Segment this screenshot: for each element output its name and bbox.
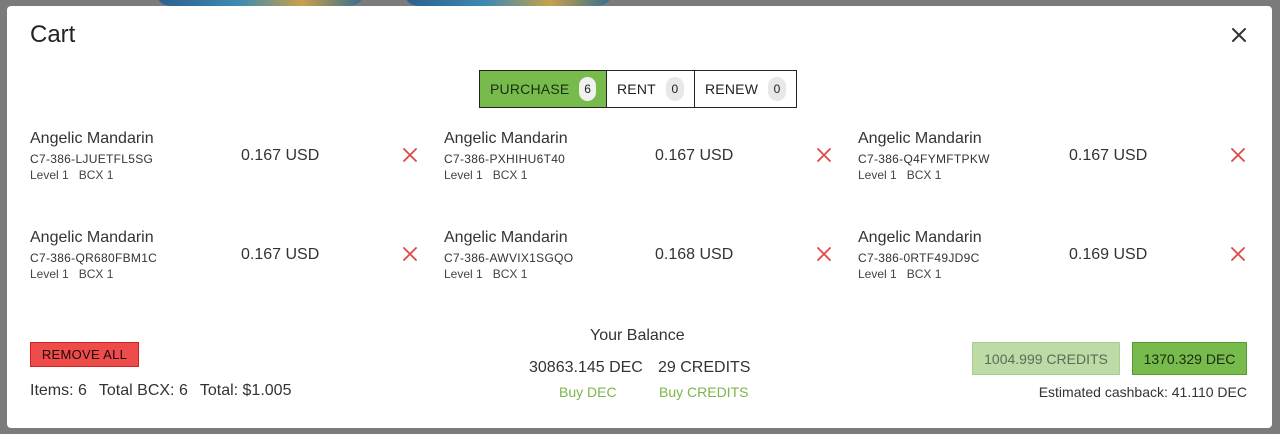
x-icon [403, 247, 417, 261]
tab-count-badge: 0 [665, 77, 684, 101]
remove-item-button[interactable] [816, 147, 832, 163]
total-price: Total: $1.005 [199, 382, 292, 399]
dec-balance: 30863.145 DEC [529, 359, 643, 376]
close-button[interactable] [1228, 24, 1250, 46]
item-level: Level 1 [858, 267, 897, 281]
item-code: C7-386-QR680FBM1C [30, 251, 158, 265]
buy-dec-link[interactable]: Buy DEC [559, 384, 617, 400]
credits-balance: 29 CREDITS [658, 359, 751, 376]
item-meta: Level 1 BCX 1 [30, 168, 113, 182]
item-price: 0.167 USD [241, 246, 320, 263]
item-name: Angelic Mandarin [858, 130, 982, 147]
item-name: Angelic Mandarin [30, 130, 154, 147]
item-price: 0.168 USD [655, 246, 734, 263]
tab-rent[interactable]: RENT 0 [606, 70, 695, 108]
cart-item: Angelic Mandarin C7-386-PXHIHU6T40 Level… [444, 130, 840, 190]
pay-with-dec-button[interactable]: 1370.329 DEC [1132, 342, 1247, 375]
item-level: Level 1 [444, 168, 483, 182]
buy-credits-link[interactable]: Buy CREDITS [659, 384, 748, 400]
item-level: Level 1 [858, 168, 897, 182]
item-name: Angelic Mandarin [30, 229, 154, 246]
item-price: 0.167 USD [1069, 147, 1148, 164]
item-name: Angelic Mandarin [444, 229, 568, 246]
x-icon [817, 148, 831, 162]
tab-label: PURCHASE [490, 81, 570, 97]
cart-item: Angelic Mandarin C7-386-AWVIX1SGQO Level… [444, 229, 840, 289]
item-level: Level 1 [30, 168, 69, 182]
tab-label: RENT [617, 81, 656, 97]
remove-item-button[interactable] [1230, 147, 1246, 163]
x-icon [817, 247, 831, 261]
remove-item-button[interactable] [1230, 246, 1246, 262]
item-meta: Level 1 BCX 1 [858, 267, 941, 281]
tab-count-badge: 6 [579, 77, 596, 101]
item-meta: Level 1 BCX 1 [444, 168, 527, 182]
x-icon [1231, 148, 1245, 162]
item-bcx: BCX 1 [906, 168, 942, 182]
item-bcx: BCX 1 [492, 168, 528, 182]
x-icon [1231, 247, 1245, 261]
item-bcx: BCX 1 [78, 267, 114, 281]
x-icon [403, 148, 417, 162]
remove-all-button[interactable]: REMOVE ALL [30, 342, 139, 367]
item-code: C7-386-AWVIX1SGQO [444, 251, 574, 265]
item-meta: Level 1 BCX 1 [30, 267, 113, 281]
cart-item: Angelic Mandarin C7-386-QR680FBM1C Level… [30, 229, 426, 289]
item-code: C7-386-PXHIHU6T40 [444, 152, 566, 166]
cart-item: Angelic Mandarin C7-386-LJUETFL5SG Level… [30, 130, 426, 190]
remove-item-button[interactable] [816, 246, 832, 262]
item-bcx: BCX 1 [78, 168, 114, 182]
pay-with-credits-button[interactable]: 1004.999 CREDITS [972, 342, 1120, 375]
modal-title: Cart [30, 21, 76, 48]
balance-title: Your Balance [590, 327, 685, 344]
tab-purchase[interactable]: PURCHASE 6 [479, 70, 607, 108]
item-name: Angelic Mandarin [858, 229, 982, 246]
remove-item-button[interactable] [402, 147, 418, 163]
cart-item: Angelic Mandarin C7-386-0RTF49JD9C Level… [858, 229, 1254, 289]
item-meta: Level 1 BCX 1 [858, 168, 941, 182]
tab-count-badge: 0 [768, 77, 786, 101]
item-bcx: BCX 1 [906, 267, 942, 281]
item-price: 0.169 USD [1069, 246, 1148, 263]
tab-label: RENEW [705, 81, 759, 97]
tab-renew[interactable]: RENEW 0 [694, 70, 797, 108]
total-bcx: Total BCX: 6 [98, 382, 188, 399]
item-bcx: BCX 1 [492, 267, 528, 281]
item-level: Level 1 [30, 267, 69, 281]
cart-item: Angelic Mandarin C7-386-Q4FYMFTPKW Level… [858, 130, 1254, 190]
cart-totals: Items: 6 Total BCX: 6 Total: $1.005 [30, 382, 291, 400]
item-price: 0.167 USD [655, 147, 734, 164]
estimated-cashback: Estimated cashback: 41.110 DEC [1038, 384, 1247, 400]
item-code: C7-386-0RTF49JD9C [858, 251, 980, 265]
cart-modal: Cart PURCHASE 6 RENT 0 RENEW 0 Angelic M… [7, 6, 1272, 428]
item-level: Level 1 [444, 267, 483, 281]
item-code: C7-386-LJUETFL5SG [30, 152, 154, 166]
items-count: Items: 6 [30, 382, 87, 399]
item-meta: Level 1 BCX 1 [444, 267, 527, 281]
item-price: 0.167 USD [241, 147, 320, 164]
cart-tabs: PURCHASE 6 RENT 0 RENEW 0 [479, 70, 797, 108]
remove-item-button[interactable] [402, 246, 418, 262]
item-name: Angelic Mandarin [444, 130, 568, 147]
close-icon [1232, 28, 1246, 42]
item-code: C7-386-Q4FYMFTPKW [858, 152, 990, 166]
